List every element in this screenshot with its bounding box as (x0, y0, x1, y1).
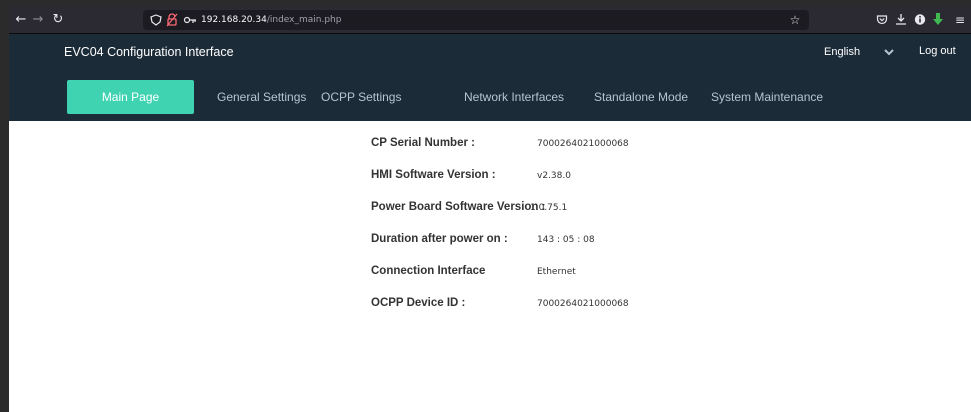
info-value-duration: 143 : 05 : 08 (537, 235, 595, 245)
app-header: EVC04 Configuration Interface English Lo… (9, 34, 971, 121)
info-label-ocpp-device-id: OCPP Device ID : (371, 297, 466, 309)
app-title: EVC04 Configuration Interface (64, 45, 234, 59)
download-icon[interactable] (895, 13, 907, 26)
bookmark-star-icon[interactable]: ☆ (786, 11, 804, 29)
info-value-hmi-version: v2.38.0 (537, 171, 571, 181)
tab-system-maintenance[interactable]: System Maintenance (711, 80, 823, 114)
info-value-cp-serial: 7000264021000068 (537, 139, 629, 149)
info-label-duration: Duration after power on : (371, 233, 508, 245)
chevron-down-icon[interactable] (883, 46, 895, 58)
forward-arrow-icon[interactable]: → (29, 11, 47, 29)
reload-icon[interactable]: ↻ (49, 11, 67, 29)
language-selector[interactable]: English (824, 46, 860, 58)
green-arrow-download-icon[interactable] (932, 12, 944, 26)
info-value-connection-interface: Ethernet (537, 267, 576, 277)
pocket-icon[interactable] (876, 14, 888, 26)
info-label-power-board-version: Power Board Software Version : (371, 201, 546, 213)
shield-icon (150, 14, 162, 26)
browser-toolbar: ← → ↻ 192.168.20.34/index_main.php ☆ ≡ (9, 7, 971, 33)
info-value-power-board-version: 1.0.75.1 (530, 203, 568, 213)
info-label-cp-serial: CP Serial Number : (371, 137, 475, 149)
url-host: 192.168.20.34 (201, 15, 267, 25)
info-value-ocpp-device-id: 7000264021000068 (537, 299, 629, 309)
key-icon[interactable] (183, 15, 197, 25)
info-label-connection-interface: Connection Interface (371, 265, 486, 277)
logout-link[interactable]: Log out (919, 45, 956, 57)
url-bar[interactable]: 192.168.20.34/index_main.php ☆ (143, 10, 809, 30)
tab-network-interfaces[interactable]: Network Interfaces (464, 80, 564, 114)
tab-standalone-mode[interactable]: Standalone Mode (594, 80, 688, 114)
back-arrow-icon[interactable]: ← (12, 11, 30, 29)
url-text[interactable]: 192.168.20.34/index_main.php (201, 13, 341, 27)
info-label-hmi-version: HMI Software Version : (371, 169, 496, 181)
tab-main-page[interactable]: Main Page (67, 80, 194, 114)
tab-ocpp-settings[interactable]: OCPP Settings (321, 80, 401, 114)
insecure-lock-icon[interactable] (166, 13, 178, 27)
extension-info-icon[interactable] (914, 13, 926, 26)
tab-general-settings[interactable]: General Settings (217, 80, 306, 114)
url-path: /index_main.php (266, 15, 342, 25)
menu-icon[interactable]: ≡ (951, 11, 969, 29)
browser-window: ← → ↻ 192.168.20.34/index_main.php ☆ ≡ E… (9, 7, 971, 412)
